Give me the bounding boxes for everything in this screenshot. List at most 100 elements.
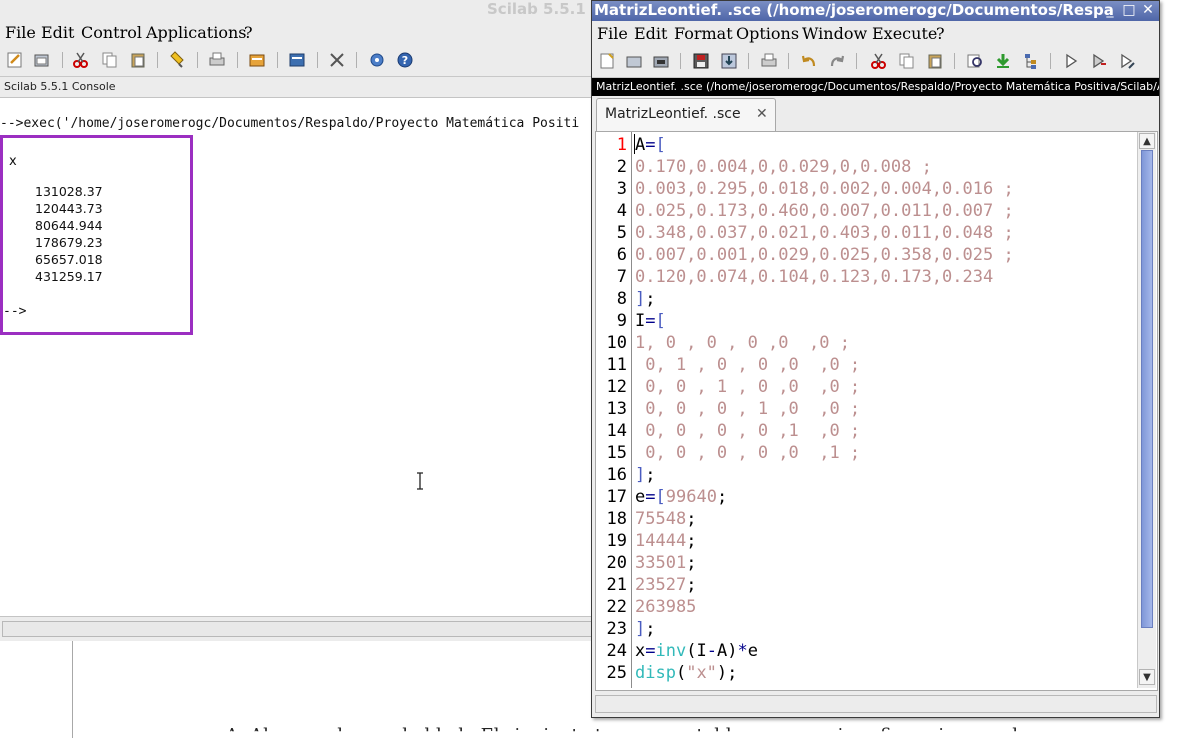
find-replace-icon[interactable] <box>966 52 984 70</box>
code-token: ] <box>635 289 646 309</box>
console-prompt: --> <box>3 304 27 319</box>
line-number: 14 <box>606 421 627 441</box>
code-token: - <box>706 641 717 661</box>
download-execute-icon[interactable] <box>994 52 1012 70</box>
settings-icon[interactable] <box>368 51 386 69</box>
output-value: 65657.018 <box>35 252 103 267</box>
line-number: 20 <box>606 553 627 573</box>
code-token: 0.007,0.001,0.029,0.025,0.358,0.025 ; <box>635 245 1014 265</box>
code-token: 0.003,0.295,0.018,0.002,0.004,0.016 ; <box>635 179 1014 199</box>
code-line: 0, 0 , 1 , 0 ,0 ,0 ; <box>635 377 860 397</box>
code-token: 0, 0 , 1 , 0 ,0 ,0 ; <box>635 377 861 397</box>
copy-icon[interactable] <box>898 52 916 70</box>
save-as-icon[interactable] <box>720 52 738 70</box>
scroll-up-icon[interactable]: ▲ <box>1139 133 1155 149</box>
console-menu-applications[interactable]: Applications <box>146 23 246 42</box>
redo-icon[interactable] <box>828 52 846 70</box>
console-menu-help[interactable]: ? <box>244 23 253 42</box>
editor-menu-execute[interactable]: Execute <box>872 24 937 43</box>
editor-menu-help[interactable]: ? <box>936 24 945 43</box>
line-number: 2 <box>616 157 627 177</box>
code-token: 0, 1 , 0 , 0 ,0 ,0 ; <box>635 355 861 375</box>
scrollbar-thumb[interactable] <box>1141 150 1153 628</box>
editor-toolbar <box>592 45 1159 78</box>
tab-close-icon[interactable]: ✕ <box>756 106 768 122</box>
editor-menu-options[interactable]: Options <box>736 24 799 43</box>
console-menu-control[interactable]: Control <box>81 23 142 42</box>
console-title-bar[interactable]: Scilab 5.5.1 Console <box>0 0 658 20</box>
toolbar-separator <box>317 52 318 68</box>
code-token: 99640 <box>665 487 717 507</box>
scinotes-editor-window: MatrizLeontief. .sce (/home/joseromerogc… <box>591 0 1160 718</box>
code-token: ; <box>645 619 656 639</box>
code-text-area[interactable]: A=[0.170,0.004,0,0.029,0,0.008 ; 0.003,0.… <box>633 132 1136 688</box>
code-token: e <box>747 641 758 661</box>
maximize-icon[interactable]: □ <box>1121 2 1137 18</box>
scilab-console-window: Scilab 5.5.1 Console File Edit Control A… <box>0 0 658 641</box>
module-manager-icon[interactable] <box>328 51 346 69</box>
editor-menu-edit[interactable]: Edit <box>634 24 667 43</box>
editor-menu-file[interactable]: File <box>597 24 628 43</box>
editor-menu-window[interactable]: Window <box>802 24 867 43</box>
code-editor[interactable]: 1 2 3 4 5 6 7 8 9 10 11 12 13 14 15 16 17 18 19 20 21 22 23 24 2… <box>595 131 1158 691</box>
editor-menu-format[interactable]: Format <box>674 24 733 43</box>
editor-window-title: MatrizLeontief. .sce (/home/joseromerogc… <box>594 1 1114 19</box>
code-token: 0.120,0.074,0.104,0.123,0.173,0.234 <box>635 267 994 287</box>
tab-matrizleontief[interactable]: MatrizLeontief. .sce ✕ <box>596 98 776 131</box>
code-line: I=[ <box>635 311 666 331</box>
highlighted-output-box: x 131028.37 120443.73 80644.944 178679.2… <box>0 135 193 335</box>
code-token: ] <box>635 465 646 485</box>
console-menu-edit[interactable]: Edit <box>41 23 74 42</box>
code-line: x=inv(I-A)*e <box>635 641 758 661</box>
text-caret <box>634 134 635 154</box>
code-token: A <box>635 135 646 155</box>
undo-icon[interactable] <box>800 52 818 70</box>
code-token: 1, 0 , 0 , 0 ,0 ,0 ; <box>635 333 850 353</box>
copy-icon[interactable] <box>101 51 119 69</box>
line-number: 15 <box>606 443 627 463</box>
cut-icon[interactable] <box>72 51 90 69</box>
cut-icon[interactable] <box>870 52 888 70</box>
new-script-icon[interactable] <box>6 51 24 69</box>
code-token: ; <box>686 553 697 573</box>
editor-status-bar <box>592 691 1159 717</box>
vertical-scrollbar[interactable]: ▲ ▼ <box>1137 132 1156 688</box>
clear-console-icon[interactable] <box>168 51 186 69</box>
variable-browser-icon[interactable] <box>288 51 306 69</box>
code-line: 23527; <box>635 575 696 595</box>
execute-echo-icon[interactable] <box>1090 52 1108 70</box>
minimize-icon[interactable]: _ <box>1102 2 1118 18</box>
new-file-icon[interactable] <box>598 52 616 70</box>
line-number: 16 <box>606 465 627 485</box>
close-icon[interactable]: ✕ <box>1140 2 1156 18</box>
paste-icon[interactable] <box>129 51 147 69</box>
console-status-field <box>2 621 600 637</box>
scroll-down-icon[interactable]: ▼ <box>1139 669 1155 685</box>
editor-title-bar[interactable]: MatrizLeontief. .sce (/home/joseromerogc… <box>592 1 1159 21</box>
code-token: [ <box>655 487 666 507</box>
help-icon[interactable]: ? <box>396 51 414 69</box>
console-output-area[interactable]: -->exec('/home/joseromerogc/Documentos/R… <box>0 98 600 616</box>
print-icon[interactable] <box>760 52 778 70</box>
line-number: 13 <box>606 399 627 419</box>
execute-until-icon[interactable] <box>1118 52 1136 70</box>
code-line: e=[99640; <box>635 487 727 507</box>
line-number-gutter: 1 2 3 4 5 6 7 8 9 10 11 12 13 14 15 16 17 18 19 20 21 22 23 24 2… <box>596 132 632 688</box>
open-file-icon[interactable] <box>33 51 51 69</box>
code-line: 0, 1 , 0 , 0 ,0 ,0 ; <box>635 355 860 375</box>
execute-icon[interactable] <box>1062 52 1080 70</box>
paste-icon[interactable] <box>926 52 944 70</box>
browser-icon[interactable] <box>248 51 266 69</box>
open-file-icon[interactable] <box>625 52 643 70</box>
structure-icon[interactable] <box>1022 52 1040 70</box>
code-token: ] <box>635 619 646 639</box>
save-icon[interactable] <box>692 52 710 70</box>
print-icon[interactable] <box>208 51 226 69</box>
code-line: disp("x"); <box>635 663 737 683</box>
open-recent-icon[interactable] <box>652 52 670 70</box>
line-number: 8 <box>616 289 627 309</box>
editor-file-path-bar: MatrizLeontief. .sce (/home/joseromerogc… <box>592 78 1159 96</box>
code-token: "x" <box>686 663 717 683</box>
console-menu-file[interactable]: File <box>5 23 36 42</box>
code-token: e <box>635 487 646 507</box>
